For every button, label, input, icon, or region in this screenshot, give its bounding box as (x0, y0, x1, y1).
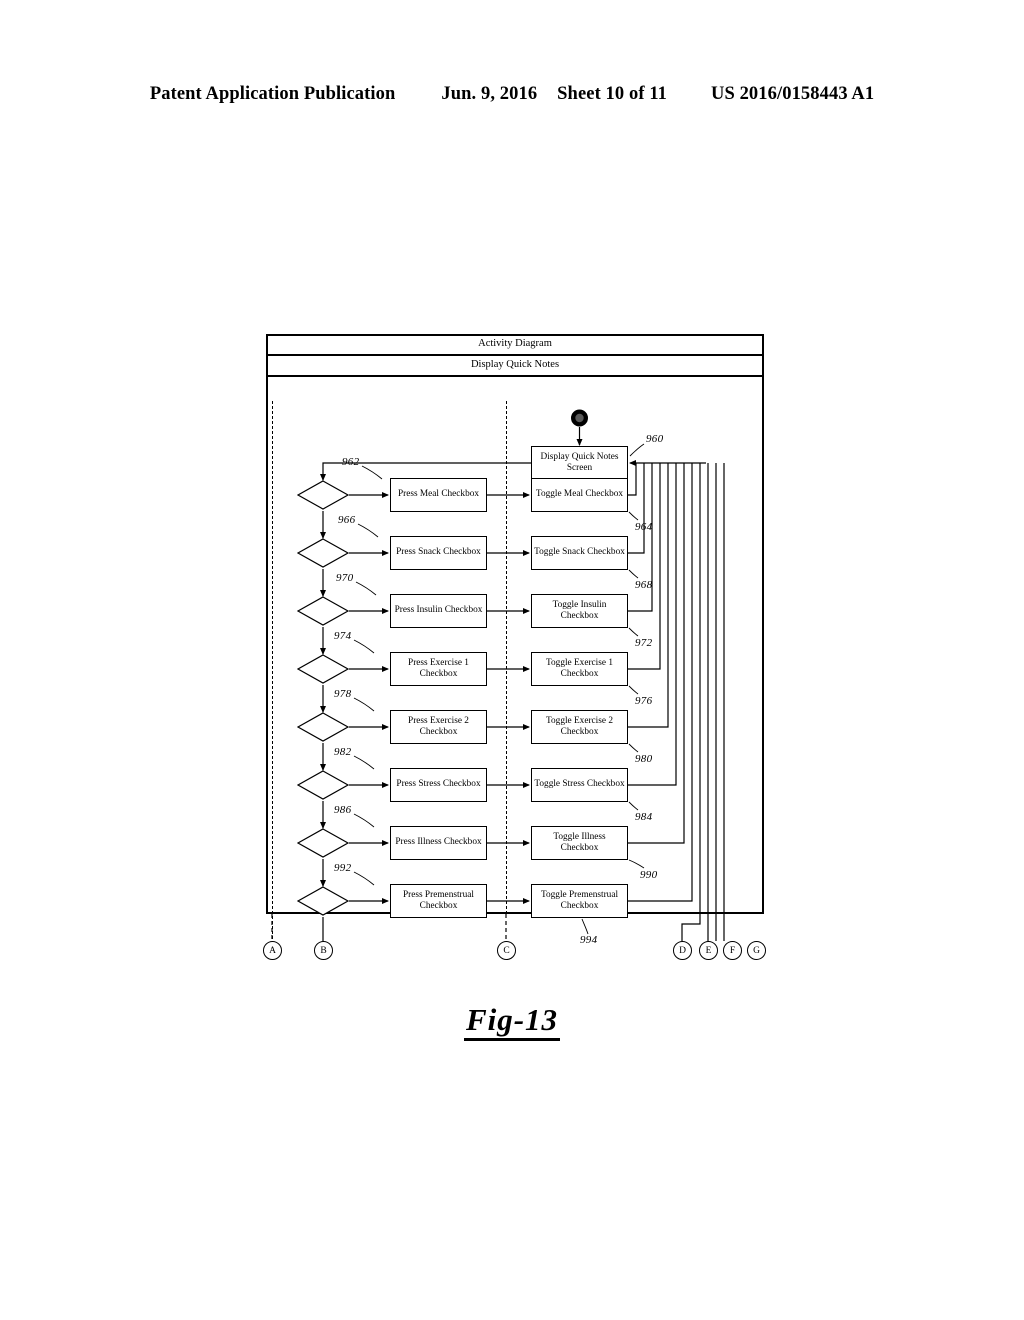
connector-c: C (497, 941, 516, 960)
activity-press-snack-checkbox: Press Snack Checkbox (390, 536, 487, 570)
activity-label: Press Meal Checkbox (397, 489, 480, 500)
activity-press-premenstrual-checkbox: Press Premenstrual Checkbox (390, 884, 487, 918)
activity-label: Toggle Exercise 2 Checkbox (546, 715, 613, 737)
activity-press-illness-checkbox: Press Illness Checkbox (390, 826, 487, 860)
connector-a: A (263, 941, 282, 960)
connector-label: D (679, 945, 686, 956)
diagram-subtitle-band: Display Quick Notes (266, 356, 764, 377)
activity-press-meal-checkbox: Press Meal Checkbox (390, 478, 487, 512)
ref-994: 994 (580, 934, 598, 946)
ref-968: 968 (635, 579, 653, 591)
activity-label: Press Premenstrual Checkbox (402, 889, 474, 911)
decision-insulin (297, 596, 349, 626)
diagram-title-band: Activity Diagram (266, 334, 764, 356)
decision-meal (297, 480, 349, 510)
activity-toggle-insulin-checkbox: Toggle Insulin Checkbox (531, 594, 628, 628)
activity-toggle-premenstrual-checkbox: Toggle Premenstrual Checkbox (531, 884, 628, 918)
activity-label: Toggle Meal Checkbox (535, 489, 624, 500)
connector-f: F (723, 941, 742, 960)
activity-label: Press Exercise 1 Checkbox (408, 657, 469, 679)
decision-snack (297, 538, 349, 568)
ref-972: 972 (635, 637, 653, 649)
decision-illness (297, 828, 349, 858)
activity-label: Press Exercise 2 Checkbox (408, 715, 469, 737)
header-date: Jun. 9, 2016 (441, 84, 538, 104)
ref-992: 992 (334, 862, 352, 874)
activity-press-insulin-checkbox: Press Insulin Checkbox (390, 594, 487, 628)
activity-label: Press Illness Checkbox (395, 837, 482, 848)
ref-990: 990 (640, 869, 658, 881)
ref-978: 978 (334, 688, 352, 700)
ref-962: 962 (342, 456, 360, 468)
connector-g: G (747, 941, 766, 960)
activity-press-stress-checkbox: Press Stress Checkbox (390, 768, 487, 802)
activity-label: Toggle Exercise 1 Checkbox (546, 657, 613, 679)
page-header: Patent Application Publication Jun. 9, 2… (0, 84, 1024, 105)
activity-press-exercise-1-checkbox: Press Exercise 1 Checkbox (390, 652, 487, 686)
ref-986: 986 (334, 804, 352, 816)
ref-982: 982 (334, 746, 352, 758)
activity-press-exercise-2-checkbox: Press Exercise 2 Checkbox (390, 710, 487, 744)
connector-label: B (320, 945, 327, 956)
ref-964: 964 (635, 521, 653, 533)
connector-label: E (705, 945, 712, 956)
activity-toggle-meal-checkbox: Toggle Meal Checkbox (531, 478, 628, 512)
header-publication: Patent Application Publication (149, 84, 396, 104)
activity-label: Toggle Snack Checkbox (534, 547, 625, 558)
diagram-title: Activity Diagram (478, 337, 552, 349)
activity-label: Press Stress Checkbox (396, 779, 481, 790)
connector-label: A (269, 945, 276, 956)
connector-d: D (673, 941, 692, 960)
header-sheet: Sheet 10 of 11 (557, 84, 667, 104)
swimlane-divider (506, 401, 507, 914)
decision-premenstrual (297, 886, 349, 916)
activity-toggle-exercise-1-checkbox: Toggle Exercise 1 Checkbox (531, 652, 628, 686)
lifeline-to-connector-a (272, 401, 273, 949)
ref-984: 984 (635, 811, 653, 823)
activity-toggle-illness-checkbox: Toggle Illness Checkbox (531, 826, 628, 860)
ref-980: 980 (635, 753, 653, 765)
ref-966: 966 (338, 514, 356, 526)
figure-caption: Fig-13 (0, 1002, 1024, 1041)
ref-970: 970 (336, 572, 354, 584)
ref-960: 960 (646, 433, 664, 445)
activity-diagram-figure: Activity Diagram Display Quick Notes Use… (263, 334, 766, 960)
activity-label: Toggle Insulin Checkbox (552, 599, 607, 621)
activity-display-quick-notes-screen: Display Quick Notes Screen (531, 446, 628, 480)
activity-label: Press Insulin Checkbox (394, 605, 483, 616)
activity-toggle-stress-checkbox: Toggle Stress Checkbox (531, 768, 628, 802)
connector-b: B (314, 941, 333, 960)
connector-e: E (699, 941, 718, 960)
diagram-subtitle: Display Quick Notes (470, 359, 560, 371)
connector-label: G (753, 945, 760, 956)
activity-label: Display Quick Notes Screen (540, 451, 619, 473)
figure-caption-text: Fig-13 (463, 1002, 561, 1041)
activity-toggle-snack-checkbox: Toggle Snack Checkbox (531, 536, 628, 570)
activity-label: Toggle Illness Checkbox (553, 831, 606, 853)
decision-stress (297, 770, 349, 800)
connector-label: F (729, 945, 736, 956)
activity-label: Toggle Premenstrual Checkbox (540, 889, 619, 911)
connector-label: C (503, 945, 510, 956)
decision-exercise-2 (297, 712, 349, 742)
header-patent-number: US 2016/0158443 A1 (711, 84, 875, 104)
decision-exercise-1 (297, 654, 349, 684)
activity-label: Press Snack Checkbox (396, 547, 481, 558)
activity-toggle-exercise-2-checkbox: Toggle Exercise 2 Checkbox (531, 710, 628, 744)
ref-974: 974 (334, 630, 352, 642)
ref-976: 976 (635, 695, 653, 707)
activity-label: Toggle Stress Checkbox (534, 779, 625, 790)
